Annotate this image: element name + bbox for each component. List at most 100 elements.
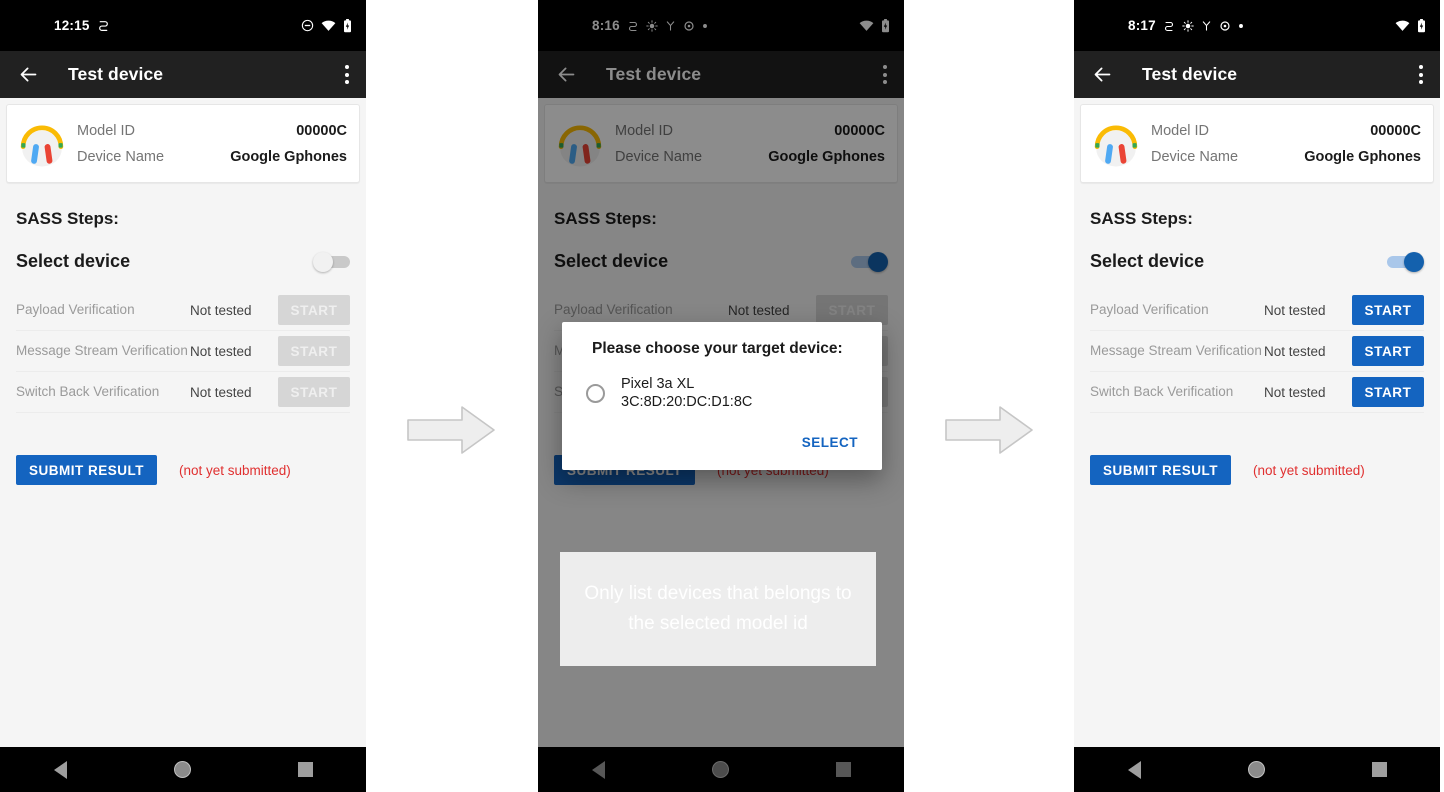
nav-back-icon[interactable]	[53, 760, 67, 779]
device-card-row: Model ID 00000C	[1151, 118, 1421, 144]
step-name: Message Stream Verification	[16, 343, 188, 358]
status-bar-right	[1395, 18, 1426, 33]
status-bar: 12:15	[0, 0, 366, 51]
overflow-menu-icon[interactable]	[345, 65, 349, 84]
sync-icon	[97, 19, 110, 32]
nav-recents-icon[interactable]	[297, 762, 313, 777]
device-option-mac: 3C:8D:20:DC:D1:8C	[621, 394, 753, 410]
sass-steps-heading: SASS Steps:	[16, 209, 119, 228]
device-card: Model ID 00000C Device Name Google Gphon…	[6, 104, 360, 183]
submit-status-note: (not yet submitted)	[179, 462, 291, 478]
phone-screen-1: 12:15 Test device Model ID 00000C Device…	[0, 0, 366, 792]
page-title: Test device	[1142, 64, 1238, 84]
model-id-value: 00000C	[296, 122, 347, 139]
select-device-toggle[interactable]	[1387, 251, 1424, 272]
submit-row: SUBMIT RESULT (not yet submitted)	[1090, 455, 1424, 485]
device-option-name: Pixel 3a XL	[621, 376, 695, 392]
status-bar-left: 12:15	[54, 18, 110, 33]
nav-home-icon[interactable]	[173, 761, 191, 778]
sass-steps-heading: SASS Steps:	[1090, 209, 1193, 228]
back-arrow-icon[interactable]	[16, 63, 40, 87]
steps-list: Payload Verification Not tested START Me…	[1090, 290, 1424, 413]
step-row: Message Stream Verification Not tested S…	[16, 331, 350, 372]
settings-gear-icon	[1219, 20, 1231, 32]
status-bar: 8:17	[1074, 0, 1440, 51]
overflow-menu-icon[interactable]	[1419, 65, 1423, 84]
submit-result-button[interactable]: SUBMIT RESULT	[1090, 455, 1231, 485]
page-title: Test device	[68, 64, 164, 84]
android-nav-bar	[1074, 747, 1440, 792]
nav-home-icon[interactable]	[1247, 761, 1265, 778]
step-name: Switch Back Verification	[1090, 384, 1234, 399]
screenshot-stage: 12:15 Test device Model ID 00000C Device…	[0, 0, 1444, 792]
dialog-actions: SELECT	[582, 429, 862, 462]
radio-button-icon[interactable]	[586, 383, 605, 403]
device-option-text: Pixel 3a XL 3C:8D:20:DC:D1:8C	[621, 375, 752, 411]
device-name-value: Google Gphones	[1304, 148, 1421, 165]
dot-icon	[1238, 23, 1244, 29]
phone-screen-2: 8:16 Test device Model ID 00000C Device …	[538, 0, 904, 792]
main-content: SASS Steps: Select device Payload Verifi…	[0, 209, 366, 485]
start-button[interactable]: START	[1352, 336, 1424, 366]
select-device-label: Select device	[1090, 251, 1205, 271]
step-status: Not tested	[1264, 302, 1326, 318]
device-option-row[interactable]: Pixel 3a XL 3C:8D:20:DC:D1:8C	[582, 375, 862, 411]
start-button[interactable]: START	[278, 336, 350, 366]
device-card-rows: Model ID 00000C Device Name Google Gphon…	[77, 118, 347, 170]
sync-icon	[1163, 20, 1175, 32]
main-content: SASS Steps: Select device Payload Verifi…	[1074, 209, 1440, 485]
wifi-icon	[1395, 19, 1410, 32]
device-card-row: Device Name Google Gphones	[1151, 144, 1421, 170]
model-id-label: Model ID	[77, 122, 136, 139]
phone-screen-3: 8:17 Test device Model ID 00000C Device …	[1074, 0, 1440, 792]
step-status: Not tested	[190, 302, 252, 318]
brightness-icon	[1182, 19, 1194, 32]
device-name-value: Google Gphones	[230, 148, 347, 165]
step-row: Switch Back Verification Not tested STAR…	[1090, 372, 1424, 413]
status-time: 12:15	[54, 18, 90, 33]
start-button[interactable]: START	[1352, 295, 1424, 325]
device-name-label: Device Name	[1151, 148, 1239, 165]
flow-arrow-icon	[406, 404, 496, 456]
submit-result-button[interactable]: SUBMIT RESULT	[16, 455, 157, 485]
headphones-icon	[15, 117, 69, 171]
step-status: Not tested	[1264, 343, 1326, 359]
step-name: Message Stream Verification	[1090, 343, 1262, 358]
wifi-icon	[321, 19, 336, 32]
device-name-label: Device Name	[77, 148, 165, 165]
nav-recents-icon[interactable]	[1371, 762, 1387, 777]
step-name: Payload Verification	[16, 302, 135, 317]
select-device-toggle[interactable]	[313, 251, 350, 272]
status-bar-left: 8:17	[1128, 18, 1244, 33]
select-device-label: Select device	[16, 251, 131, 271]
submit-status-note: (not yet submitted)	[1253, 462, 1365, 478]
nav-back-icon[interactable]	[1127, 760, 1141, 779]
model-id-label: Model ID	[1151, 122, 1210, 139]
model-id-value: 00000C	[1370, 122, 1421, 139]
select-device-row: Select device	[16, 251, 350, 272]
status-time: 8:17	[1128, 18, 1156, 33]
start-button[interactable]: START	[278, 295, 350, 325]
dialog-select-button[interactable]: SELECT	[798, 429, 862, 456]
device-card-rows: Model ID 00000C Device Name Google Gphon…	[1151, 118, 1421, 170]
submit-row: SUBMIT RESULT (not yet submitted)	[16, 455, 350, 485]
device-card-wrap: Model ID 00000C Device Name Google Gphon…	[0, 98, 366, 183]
step-row: Switch Back Verification Not tested STAR…	[16, 372, 350, 413]
steps-list: Payload Verification Not tested START Me…	[16, 290, 350, 413]
step-name: Payload Verification	[1090, 302, 1209, 317]
start-button[interactable]: START	[1352, 377, 1424, 407]
status-bar-right	[301, 18, 352, 33]
app-bar: Test device	[1074, 51, 1440, 98]
step-status: Not tested	[190, 343, 252, 359]
step-row: Payload Verification Not tested START	[1090, 290, 1424, 331]
battery-icon	[343, 18, 352, 33]
dialog-title: Please choose your target device:	[592, 340, 843, 357]
step-name: Switch Back Verification	[16, 384, 160, 399]
start-button[interactable]: START	[278, 377, 350, 407]
app-bar: Test device	[0, 51, 366, 98]
back-arrow-icon[interactable]	[1090, 63, 1114, 87]
headphones-icon	[1089, 117, 1143, 171]
device-card: Model ID 00000C Device Name Google Gphon…	[1080, 104, 1434, 183]
step-status: Not tested	[1264, 384, 1326, 400]
annotation-note: Only list devices that belongs to the se…	[560, 552, 876, 666]
